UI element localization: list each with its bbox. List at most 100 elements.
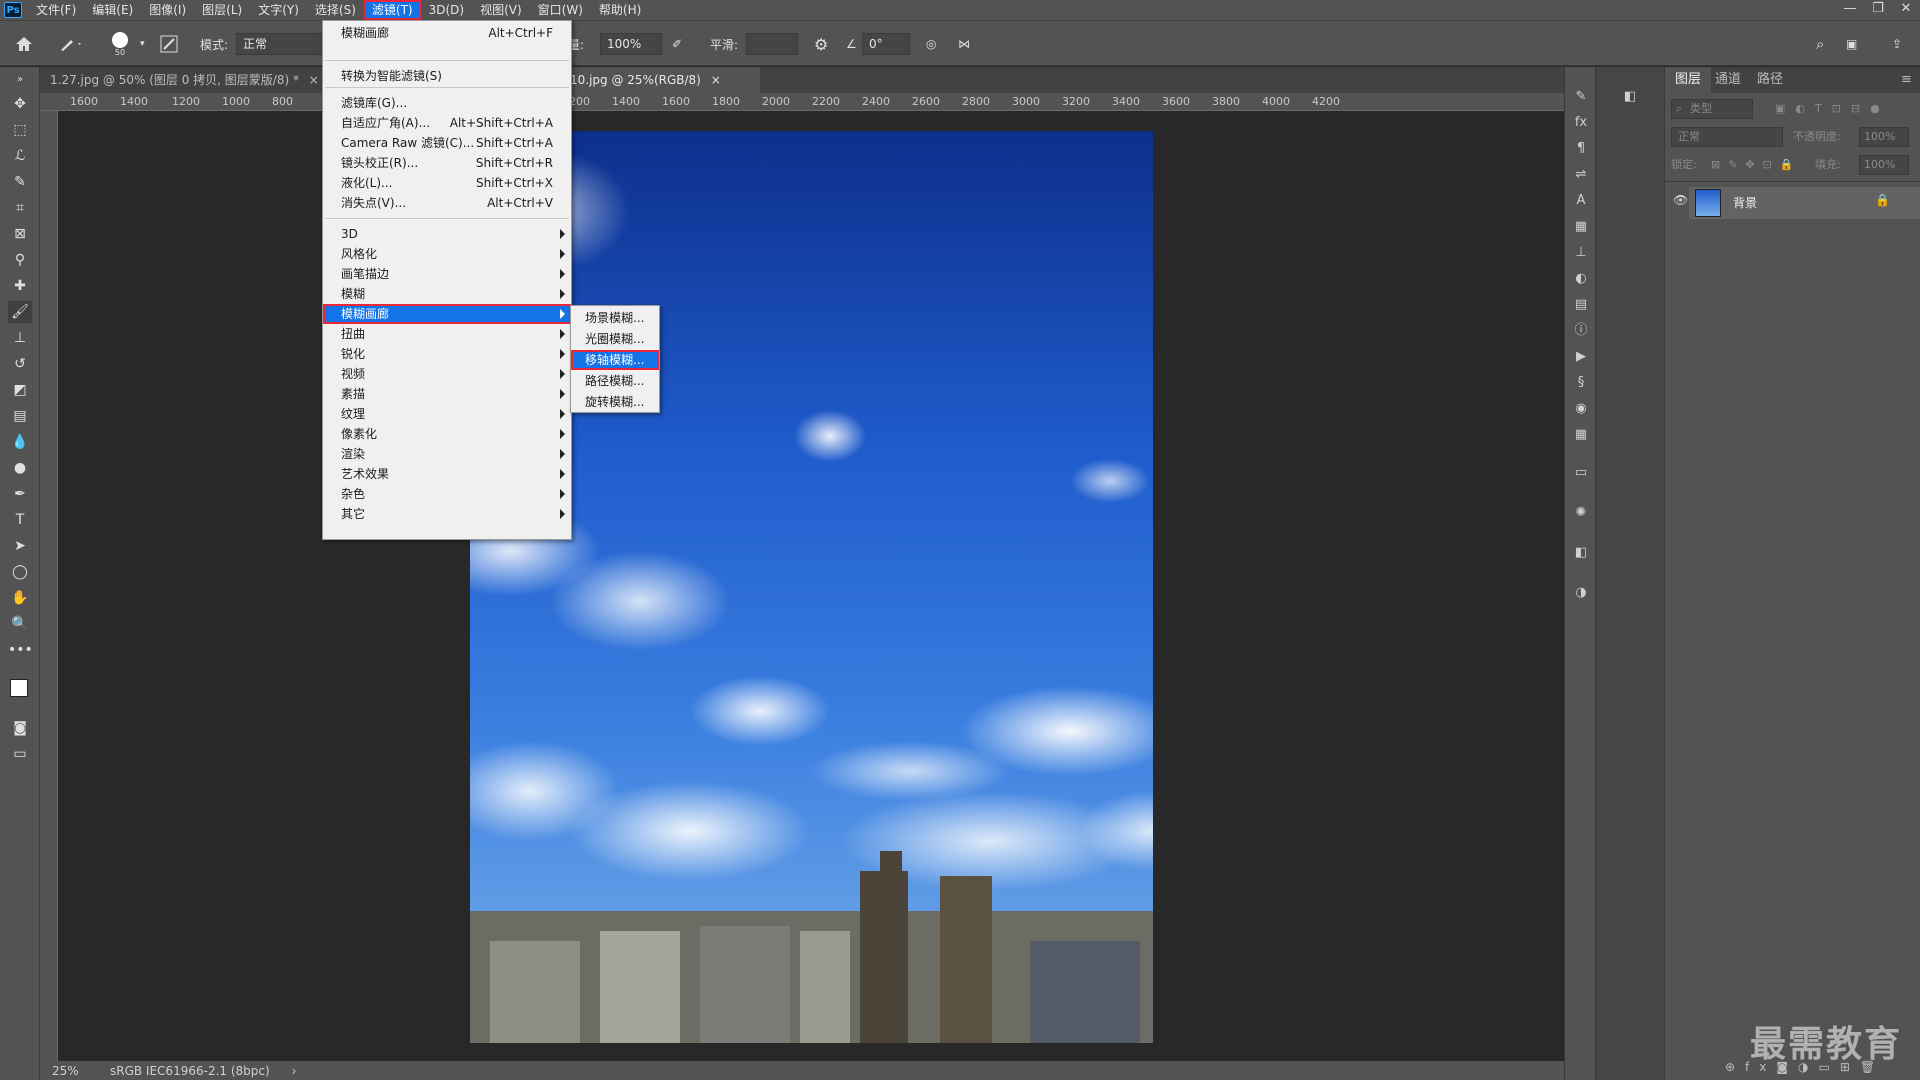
character-panel-icon[interactable]: A: [1571, 191, 1591, 211]
clone-stamp-tool-icon[interactable]: ⊥: [8, 327, 32, 349]
layer-row[interactable]: 👁 背景 🔒: [1665, 185, 1920, 219]
info-icon[interactable]: ⓘ: [1571, 321, 1591, 341]
home-icon[interactable]: [14, 21, 34, 67]
layer-filter-select[interactable]: ⌕ 类型: [1671, 99, 1753, 119]
3d-panel-icon[interactable]: ◉: [1571, 399, 1591, 419]
eraser-tool-icon[interactable]: ◩: [8, 379, 32, 401]
pen-tool-icon[interactable]: ✒: [8, 483, 32, 505]
symmetry-icon[interactable]: ⋈: [958, 21, 970, 67]
navigator-panel-icon[interactable]: ✺: [1571, 503, 1591, 523]
close-tab-icon[interactable]: ×: [711, 73, 721, 87]
path-selection-tool-icon[interactable]: ➤: [8, 535, 32, 557]
tab-paths[interactable]: 路径: [1747, 67, 1793, 93]
channels-panel-icon[interactable]: §: [1571, 373, 1591, 393]
close-tab-icon[interactable]: ×: [309, 73, 319, 87]
filter-menu-item[interactable]: 杂色: [323, 484, 571, 504]
notes-panel-icon[interactable]: ▭: [1571, 463, 1591, 483]
dodge-tool-icon[interactable]: ●: [8, 457, 32, 479]
filter-menu-item[interactable]: 风格化: [323, 244, 571, 264]
tab-document-1[interactable]: 1.27.jpg @ 50% (图层 0 拷贝, 图层蒙版/8) * ×: [40, 67, 330, 93]
filter-menu-item[interactable]: 艺术效果: [323, 464, 571, 484]
angle-input[interactable]: 0°: [862, 33, 910, 55]
quick-mask-icon[interactable]: ◙: [8, 717, 32, 739]
history-panel-icon[interactable]: ◐: [1571, 269, 1591, 289]
shape-tool-icon[interactable]: ◯: [8, 561, 32, 583]
brush-tool-icon[interactable]: [58, 21, 84, 67]
filter-menu-item[interactable]: 模糊画廊 Alt+Ctrl+F: [323, 23, 571, 43]
layer-filter-icons[interactable]: ▣◐T⊡⊟●: [1775, 99, 1915, 119]
filter-menu-item[interactable]: 模糊画廊: [323, 304, 571, 324]
lasso-tool-icon[interactable]: ℒ: [8, 145, 32, 167]
filter-menu-item[interactable]: 自适应广角(A)... Alt+Shift+Ctrl+A: [323, 113, 571, 133]
foreground-color-swatch[interactable]: [10, 679, 28, 697]
play-icon[interactable]: ▶: [1571, 347, 1591, 367]
lock-icon[interactable]: 🔒: [1875, 193, 1890, 207]
menu-3d[interactable]: 3D(D): [421, 0, 472, 20]
mode-select[interactable]: 正常: [236, 33, 326, 55]
libraries-panel-icon[interactable]: ▤: [1571, 295, 1591, 315]
opacity-input[interactable]: 100%: [1859, 127, 1909, 147]
color-swatches-panel-icon[interactable]: ◧: [1620, 87, 1640, 107]
blur-gallery-item[interactable]: 路径模糊...: [571, 371, 659, 391]
smoothing-input[interactable]: [746, 33, 798, 55]
filter-menu-item[interactable]: 素描: [323, 384, 571, 404]
pressure-size-icon[interactable]: ◎: [926, 21, 936, 67]
menu-edit[interactable]: 编辑(E): [84, 0, 141, 20]
filter-menu-item[interactable]: 视频: [323, 364, 571, 384]
filter-menu-item[interactable]: 镜头校正(R)... Shift+Ctrl+R: [323, 153, 571, 173]
hand-tool-icon[interactable]: ✋: [8, 587, 32, 609]
clone-source-panel-icon[interactable]: ⊥: [1571, 243, 1591, 263]
tab-channels[interactable]: 通道: [1705, 67, 1751, 93]
blend-mode-select[interactable]: 正常: [1671, 127, 1783, 147]
menu-help[interactable]: 帮助(H): [591, 0, 649, 20]
filter-menu-item[interactable]: 滤镜库(G)...: [323, 93, 571, 113]
blur-gallery-item[interactable]: 移轴模糊...: [571, 350, 659, 370]
menu-select[interactable]: 选择(S): [307, 0, 364, 20]
tab-document-2[interactable]: 10.jpg @ 25%(RGB/8) ×: [560, 67, 760, 93]
workspace-icon[interactable]: ▣: [1846, 21, 1857, 67]
menu-type[interactable]: 文字(Y): [250, 0, 307, 20]
minimize-button[interactable]: —: [1836, 0, 1864, 20]
filter-menu-item[interactable]: Camera Raw 滤镜(C)... Shift+Ctrl+A: [323, 133, 571, 153]
filter-menu-item[interactable]: 扭曲: [323, 324, 571, 344]
expand-toolbar-icon[interactable]: »: [8, 69, 32, 91]
styles-panel-icon[interactable]: fx: [1571, 113, 1591, 133]
menu-filter[interactable]: 滤镜(T): [363, 0, 421, 20]
filter-menu-item[interactable]: 模糊: [323, 284, 571, 304]
brush-settings-icon[interactable]: [160, 21, 178, 67]
lock-icons[interactable]: ⊠✎✥⊡🔒: [1711, 155, 1802, 175]
layer-comps-panel-icon[interactable]: ◧: [1571, 543, 1591, 563]
crop-tool-icon[interactable]: ⌗: [8, 197, 32, 219]
flow-input[interactable]: 100%: [600, 33, 662, 55]
healing-brush-tool-icon[interactable]: ✚: [8, 275, 32, 297]
timeline-panel-icon[interactable]: ▦: [1571, 425, 1591, 445]
close-window-button[interactable]: ✕: [1892, 0, 1920, 20]
menu-layer[interactable]: 图层(L): [194, 0, 250, 20]
document-image[interactable]: [470, 131, 1153, 1043]
brush-tool-icon[interactable]: 🖌: [8, 301, 32, 323]
gear-icon[interactable]: ⚙: [814, 21, 828, 67]
panel-menu-icon[interactable]: ≡: [1891, 67, 1920, 93]
filter-menu-item[interactable]: 3D: [323, 224, 571, 244]
menu-view[interactable]: 视图(V): [472, 0, 530, 20]
frame-tool-icon[interactable]: ⊠: [8, 223, 32, 245]
filter-menu-item[interactable]: 锐化: [323, 344, 571, 364]
restore-button[interactable]: ❐: [1864, 0, 1892, 20]
brush-settings-panel-icon[interactable]: ✎: [1571, 87, 1591, 107]
type-tool-icon[interactable]: T: [8, 509, 32, 531]
filter-menu-item[interactable]: 纹理: [323, 404, 571, 424]
color-panel-icon[interactable]: ◑: [1571, 583, 1591, 603]
filter-menu-item[interactable]: 其它: [323, 504, 571, 524]
adjustments-panel-icon[interactable]: ⇌: [1571, 165, 1591, 185]
blur-gallery-item[interactable]: 光圈模糊...: [571, 329, 659, 349]
filter-menu-item[interactable]: 像素化: [323, 424, 571, 444]
gradient-tool-icon[interactable]: ▤: [8, 405, 32, 427]
more-tools-icon[interactable]: •••: [8, 639, 33, 661]
status-menu-arrow-icon[interactable]: ›: [292, 1064, 297, 1078]
properties-panel-icon[interactable]: ▦: [1571, 217, 1591, 237]
eye-icon[interactable]: 👁: [1673, 193, 1688, 207]
blur-tool-icon[interactable]: 💧: [8, 431, 32, 453]
paragraph-panel-icon[interactable]: ¶: [1571, 139, 1591, 159]
menu-file[interactable]: 文件(F): [28, 0, 84, 20]
blur-gallery-item[interactable]: 旋转模糊...: [571, 392, 659, 412]
